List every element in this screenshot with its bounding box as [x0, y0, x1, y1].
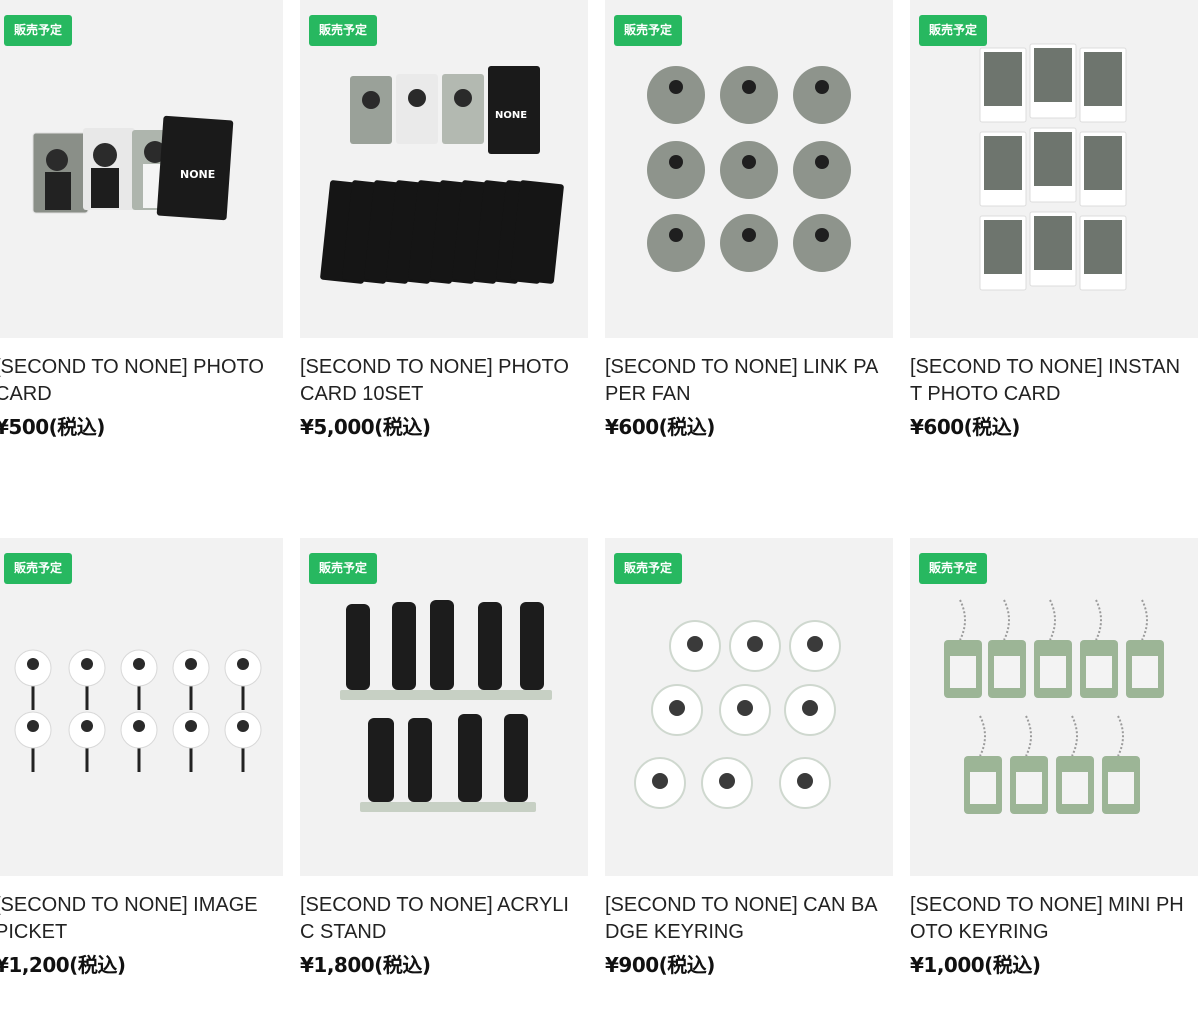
product-title[interactable]: [SECOND TO NONE] INSTANT PHOTO CARD — [910, 354, 1190, 408]
product-image[interactable]: 販売予定 — [605, 0, 893, 338]
product-title[interactable]: [SECOND TO NONE] IMAGE PICKET — [0, 892, 275, 946]
product-image[interactable]: NONE 販売予定 — [0, 0, 283, 338]
status-badge: 販売予定 — [4, 15, 73, 46]
product-card[interactable]: 販売予定 [SECOND TO NONE] ACRYLIC STAND ¥1,8… — [300, 538, 588, 977]
product-title[interactable]: [SECOND TO NONE] CAN BADGE KEYRING — [605, 892, 885, 946]
acrylic-stand-image — [340, 600, 552, 812]
product-price: ¥1,800(税込) — [300, 953, 431, 977]
can-badge-keyring-image — [634, 620, 841, 809]
mini-photo-keyring-image — [944, 599, 1164, 814]
product-grid: NONE 販売予定 [SECOND TO NONE] PHOTO CARD ¥5… — [0, 0, 1200, 1030]
status-badge: 販売予定 — [919, 15, 988, 46]
product-image[interactable]: NONE 販売予定 — [300, 0, 588, 338]
instant-photo-image — [979, 43, 1127, 291]
status-badge: 販売予定 — [309, 15, 378, 46]
status-badge: 販売予定 — [614, 553, 683, 584]
product-price: ¥1,200(税込) — [0, 953, 126, 977]
product-card[interactable]: 販売予定 [SECOND TO NONE] IMAGE PICKET ¥1,20… — [0, 538, 283, 977]
product-image[interactable]: 販売予定 — [0, 538, 283, 876]
product-price: ¥5,000(税込) — [300, 415, 431, 439]
product-price: ¥600(税込) — [605, 415, 715, 439]
product-image[interactable]: 販売予定 — [910, 0, 1198, 338]
product-card[interactable]: 販売予定 [SECOND TO NONE] CAN BADGE KEYRING … — [605, 538, 893, 977]
svg-text:NONE: NONE — [495, 110, 527, 121]
product-card[interactable]: 販売予定 [SECOND TO NONE] INSTANT PHOTO CARD… — [910, 0, 1198, 439]
status-badge: 販売予定 — [614, 15, 683, 46]
product-title[interactable]: [SECOND TO NONE] PHOTO CARD 10SET — [300, 354, 580, 408]
paper-fan-image — [647, 66, 851, 272]
product-image[interactable]: 販売予定 — [910, 538, 1198, 876]
product-price: ¥500(税込) — [0, 415, 105, 439]
product-title[interactable]: [SECOND TO NONE] PHOTO CARD — [0, 354, 275, 408]
image-picket-image — [14, 649, 262, 772]
product-price: ¥900(税込) — [605, 953, 715, 977]
svg-text:NONE: NONE — [180, 168, 215, 181]
photo-card-10set-image: NONE — [320, 66, 564, 284]
photo-card-image: NONE — [32, 115, 234, 221]
product-image[interactable]: 販売予定 — [300, 538, 588, 876]
product-title[interactable]: [SECOND TO NONE] ACRYLIC STAND — [300, 892, 580, 946]
product-title[interactable]: [SECOND TO NONE] MINI PHOTO KEYRING — [910, 892, 1190, 946]
product-price: ¥600(税込) — [910, 415, 1020, 439]
product-card[interactable]: NONE 販売予定 [SECOND TO NONE] PHOTO CARD ¥5… — [0, 0, 283, 439]
product-title[interactable]: [SECOND TO NONE] LINK PAPER FAN — [605, 354, 885, 408]
product-price: ¥1,000(税込) — [910, 953, 1041, 977]
status-badge: 販売予定 — [4, 553, 73, 584]
status-badge: 販売予定 — [919, 553, 988, 584]
product-card[interactable]: 販売予定 [SECOND TO NONE] MINI PHOTO KEYRING… — [910, 538, 1198, 977]
product-image[interactable]: 販売予定 — [605, 538, 893, 876]
product-card[interactable]: 販売予定 [SECOND TO NONE] LINK PAPER FAN ¥60… — [605, 0, 893, 439]
status-badge: 販売予定 — [309, 553, 378, 584]
product-card[interactable]: NONE 販売予定 [SECOND TO NONE] PHOTO CARD 10… — [300, 0, 588, 439]
